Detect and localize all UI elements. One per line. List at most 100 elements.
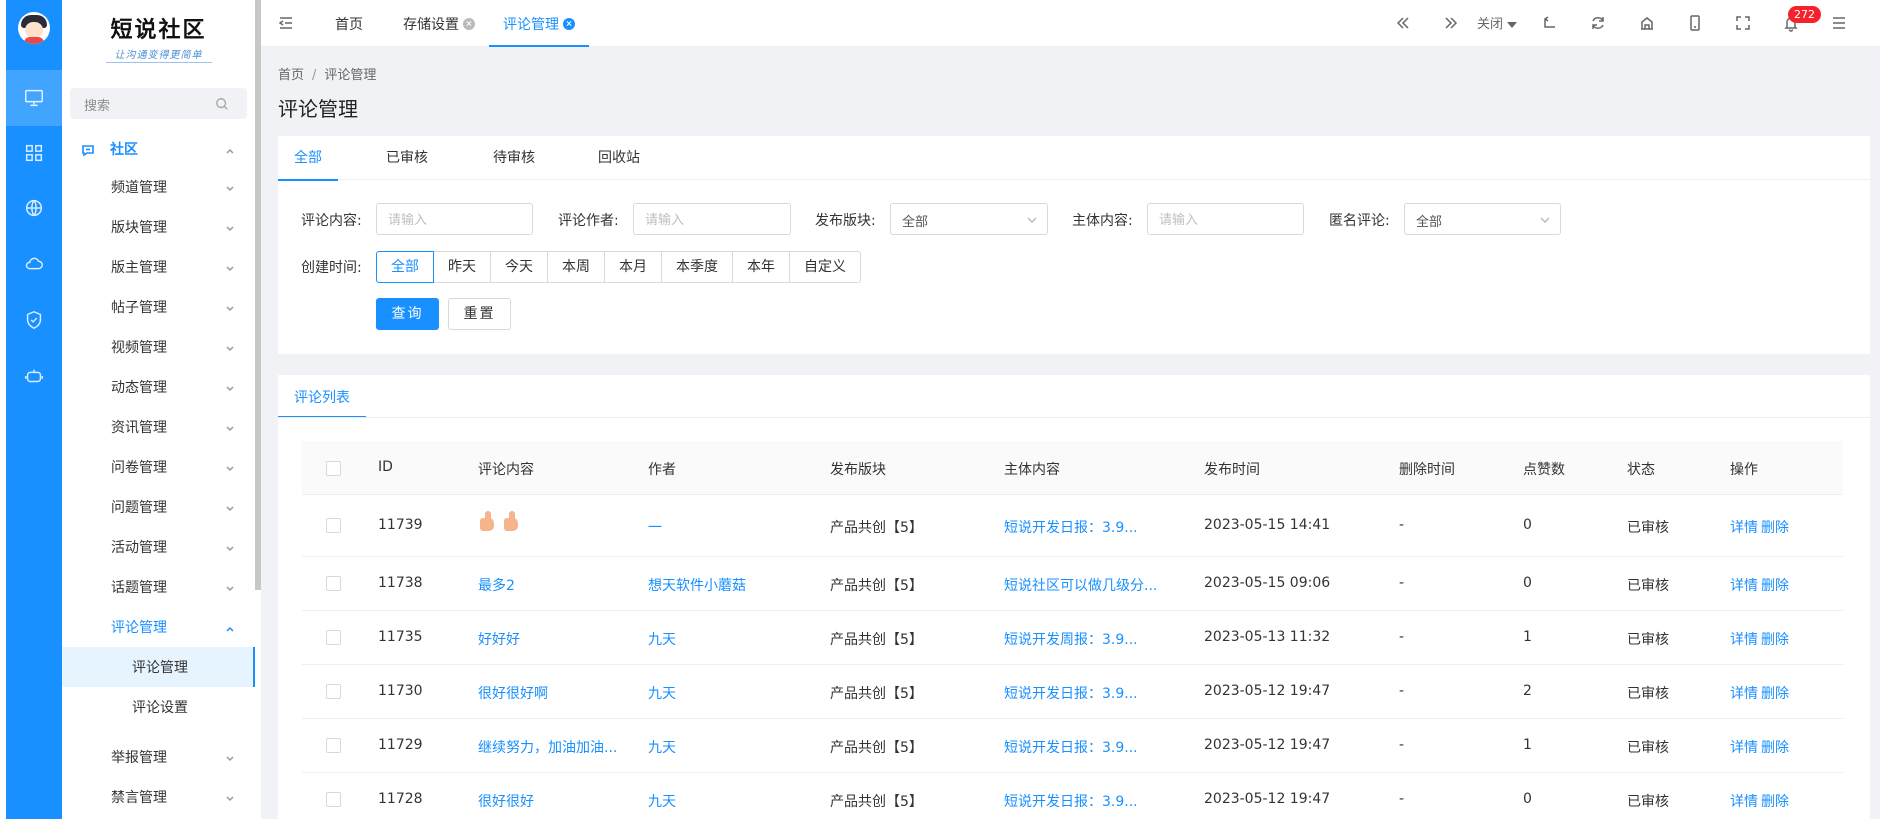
row-checkbox[interactable] bbox=[326, 792, 341, 807]
cell-content-link[interactable]: 最多2 bbox=[478, 575, 515, 595]
row-checkbox[interactable] bbox=[326, 684, 341, 699]
cell-author-link[interactable]: 九天 bbox=[648, 629, 676, 649]
sidebar-item-survey[interactable]: 问卷管理 bbox=[62, 447, 255, 487]
tab-recycle-bin[interactable]: 回收站 bbox=[598, 136, 640, 180]
time-option-all[interactable]: 全部 bbox=[376, 251, 434, 283]
cloud-icon[interactable] bbox=[6, 236, 62, 292]
delete-link[interactable]: 删除 bbox=[1761, 683, 1789, 703]
cell-subject-link[interactable]: 短说开发日报：3.9... bbox=[1004, 517, 1138, 537]
row-checkbox[interactable] bbox=[326, 518, 341, 533]
detail-link[interactable]: 详情 bbox=[1730, 575, 1758, 595]
sidebar-item-channel[interactable]: 频道管理 bbox=[62, 167, 255, 207]
tab-pending[interactable]: 待审核 bbox=[493, 136, 535, 180]
sidebar-item-event[interactable]: 活动管理 bbox=[62, 527, 255, 567]
subject-content-field[interactable] bbox=[1147, 203, 1304, 235]
sidebar-item-post[interactable]: 帖子管理 bbox=[62, 287, 255, 327]
close-dropdown[interactable]: 关闭 bbox=[1477, 13, 1518, 32]
sidebar-group-community[interactable]: 社区 bbox=[62, 129, 255, 169]
comment-author-input[interactable] bbox=[634, 204, 790, 234]
back-icon[interactable] bbox=[1541, 14, 1559, 32]
scroll-right-icon[interactable] bbox=[1442, 14, 1460, 32]
cell-author-link[interactable]: 九天 bbox=[648, 683, 676, 703]
sidebar-item-moderator[interactable]: 版主管理 bbox=[62, 247, 255, 287]
sidebar-search[interactable]: 搜索 bbox=[70, 88, 247, 119]
anonymous-comment-select[interactable]: 全部 bbox=[1404, 203, 1561, 235]
delete-link[interactable]: 删除 bbox=[1761, 791, 1789, 811]
cell-subject-link[interactable]: 短说社区可以做几级分... bbox=[1004, 575, 1157, 595]
reset-button[interactable]: 重置 bbox=[448, 298, 511, 330]
grid-icon[interactable] bbox=[6, 125, 62, 181]
tab-home[interactable]: 首页 bbox=[335, 0, 363, 47]
scroll-left-icon[interactable] bbox=[1394, 14, 1412, 32]
menu-fold-icon[interactable] bbox=[277, 14, 295, 32]
avatar[interactable] bbox=[18, 12, 50, 44]
cell-author-link[interactable]: 九天 bbox=[648, 791, 676, 811]
delete-link[interactable]: 删除 bbox=[1761, 575, 1789, 595]
cell-content-link[interactable]: 继续努力，加油加油... bbox=[478, 737, 617, 757]
time-option-custom[interactable]: 自定义 bbox=[790, 251, 861, 283]
sidebar-subitem-comment-settings[interactable]: 评论设置 bbox=[62, 687, 255, 727]
row-checkbox[interactable] bbox=[326, 576, 341, 591]
subject-content-input[interactable] bbox=[1148, 204, 1303, 234]
sidebar-item-report[interactable]: 举报管理 bbox=[62, 737, 255, 777]
cell-author-link[interactable]: 想天软件小蘑菇 bbox=[648, 575, 746, 595]
sidebar-item-mute[interactable]: 禁言管理 bbox=[62, 777, 255, 817]
delete-link[interactable]: 删除 bbox=[1761, 629, 1789, 649]
sidebar-item-comment[interactable]: 评论管理 bbox=[62, 607, 255, 647]
time-option-this-month[interactable]: 本月 bbox=[605, 251, 662, 283]
time-option-this-week[interactable]: 本周 bbox=[548, 251, 605, 283]
cell-author-link[interactable]: 一 bbox=[648, 517, 662, 537]
time-option-this-quarter[interactable]: 本季度 bbox=[662, 251, 733, 283]
cell-content-link[interactable]: 很好很好 bbox=[478, 791, 534, 811]
row-checkbox[interactable] bbox=[326, 630, 341, 645]
cell-content-link[interactable]: 好好好 bbox=[478, 629, 520, 649]
cell-subject-link[interactable]: 短说开发日报：3.9... bbox=[1004, 737, 1138, 757]
globe-icon[interactable] bbox=[6, 180, 62, 236]
query-button[interactable]: 查询 bbox=[376, 298, 439, 330]
cell-subject-link[interactable]: 短说开发日报：3.9... bbox=[1004, 683, 1138, 703]
comment-author-field[interactable] bbox=[633, 203, 791, 235]
tab-all[interactable]: 全部 bbox=[278, 136, 338, 181]
close-tab-icon[interactable] bbox=[463, 17, 475, 30]
publish-block-select[interactable]: 全部 bbox=[890, 203, 1048, 235]
cell-content-link[interactable]: 很好很好啊 bbox=[478, 683, 548, 703]
comment-content-field[interactable] bbox=[376, 203, 533, 235]
detail-link[interactable]: 详情 bbox=[1730, 629, 1758, 649]
cell-author-link[interactable]: 九天 bbox=[648, 737, 676, 757]
sidebar-item-topic[interactable]: 话题管理 bbox=[62, 567, 255, 607]
select-all-checkbox[interactable] bbox=[326, 461, 341, 476]
fullscreen-icon[interactable] bbox=[1734, 14, 1752, 32]
more-menu-icon[interactable] bbox=[1830, 14, 1848, 32]
comment-content-input[interactable] bbox=[377, 204, 532, 234]
delete-link[interactable]: 删除 bbox=[1761, 737, 1789, 757]
sidebar-item-news[interactable]: 资讯管理 bbox=[62, 407, 255, 447]
tab-approved[interactable]: 已审核 bbox=[386, 136, 428, 180]
sidebar-item-video[interactable]: 视频管理 bbox=[62, 327, 255, 367]
sidebar-item-question[interactable]: 问题管理 bbox=[62, 487, 255, 527]
cell-subject-link[interactable]: 短说开发周报：3.9... bbox=[1004, 629, 1138, 649]
detail-link[interactable]: 详情 bbox=[1730, 517, 1758, 537]
shield-check-icon[interactable] bbox=[6, 292, 62, 348]
breadcrumb-home[interactable]: 首页 bbox=[278, 68, 304, 83]
sidebar-item-feed[interactable]: 动态管理 bbox=[62, 367, 255, 407]
delete-link[interactable]: 删除 bbox=[1761, 517, 1789, 537]
close-tab-icon[interactable] bbox=[563, 17, 575, 30]
home-icon[interactable] bbox=[1638, 14, 1656, 32]
cell-subject-link[interactable]: 短说开发日报：3.9... bbox=[1004, 791, 1138, 811]
detail-link[interactable]: 详情 bbox=[1730, 737, 1758, 757]
tab-comment-manage[interactable]: 评论管理 bbox=[489, 0, 589, 47]
mobile-icon[interactable] bbox=[1686, 14, 1704, 32]
refresh-icon[interactable] bbox=[1589, 14, 1607, 32]
time-option-this-year[interactable]: 本年 bbox=[733, 251, 790, 283]
sidebar-item-block[interactable]: 版块管理 bbox=[62, 207, 255, 247]
sidebar-subitem-comment-manage[interactable]: 评论管理 bbox=[62, 647, 255, 687]
monitor-icon[interactable] bbox=[6, 70, 62, 126]
robot-icon[interactable] bbox=[6, 348, 62, 404]
tab-comment-list[interactable]: 评论列表 bbox=[278, 378, 366, 418]
tab-storage-settings[interactable]: 存储设置 bbox=[403, 0, 475, 47]
detail-link[interactable]: 详情 bbox=[1730, 791, 1758, 811]
time-option-today[interactable]: 今天 bbox=[491, 251, 548, 283]
detail-link[interactable]: 详情 bbox=[1730, 683, 1758, 703]
time-option-yesterday[interactable]: 昨天 bbox=[434, 251, 491, 283]
row-checkbox[interactable] bbox=[326, 738, 341, 753]
